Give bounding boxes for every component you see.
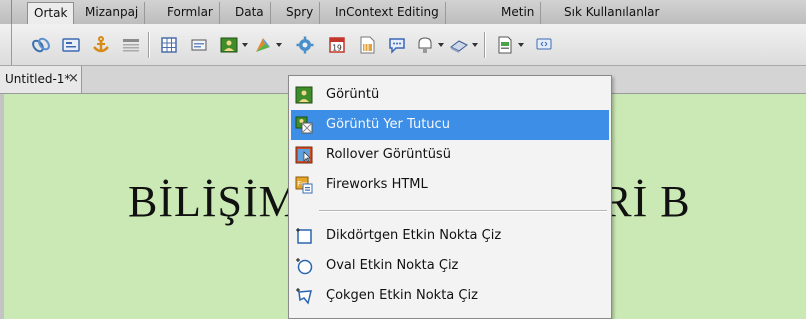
- templates-icon[interactable]: [494, 34, 516, 56]
- image-dropdown-menu: Görüntü Görüntü Yer Tutucu Rollover Görü…: [288, 75, 612, 319]
- menu-item-label: Rollover Görüntüsü: [326, 147, 451, 162]
- menu-item-label: Görüntü Yer Tutucu: [326, 117, 450, 132]
- heading-text-left: BİLİŞİM: [128, 177, 299, 226]
- chevron-down-icon[interactable]: [275, 40, 283, 50]
- menu-item-label: Çokgen Etkin Nokta Çiz: [326, 288, 478, 303]
- menu-item-label: Dikdörtgen Etkin Nokta Çiz: [326, 228, 502, 243]
- tag-chooser-icon[interactable]: [534, 34, 556, 56]
- script-icon[interactable]: [448, 34, 470, 56]
- server-side-include-icon[interactable]: [356, 34, 378, 56]
- panel-edge: [11, 0, 12, 24]
- document-tab[interactable]: Untitled-1* ×: [0, 66, 82, 93]
- svg-text:19: 19: [332, 44, 342, 53]
- menu-separator: [319, 210, 607, 211]
- menu-item-rollover-goruntusu[interactable]: Rollover Görüntüsü: [291, 140, 609, 170]
- insert-div-icon[interactable]: [188, 34, 210, 56]
- media-icon[interactable]: [252, 34, 274, 56]
- insert-panel-tab-bar: Ortak Mizanpaj Formlar Data Spry InConte…: [0, 0, 806, 25]
- email-link-icon[interactable]: [60, 34, 82, 56]
- panel-edge: [11, 24, 12, 65]
- close-icon[interactable]: ×: [68, 71, 79, 86]
- tab-sik-kullanilanlar[interactable]: Sık Kullanılanlar: [558, 2, 665, 24]
- chevron-down-icon[interactable]: [517, 40, 525, 50]
- chevron-down-icon[interactable]: [241, 40, 249, 50]
- tab-data[interactable]: Data: [229, 2, 271, 24]
- toolbar-separator: [484, 32, 485, 58]
- fireworks-html-icon: Fw: [295, 176, 313, 194]
- menu-item-fireworks-html[interactable]: Fw Fireworks HTML: [291, 170, 609, 200]
- oval-hotspot-icon: [296, 258, 313, 275]
- toolbar-separator: [148, 32, 149, 58]
- menu-item-label: Fireworks HTML: [326, 177, 428, 192]
- chevron-down-icon[interactable]: [437, 40, 445, 50]
- document-tab-label: Untitled-1*: [5, 72, 71, 86]
- tab-ortak[interactable]: Ortak: [27, 2, 75, 25]
- menu-item-goruntu[interactable]: Görüntü: [291, 80, 609, 110]
- insert-toolbar: 19: [0, 24, 806, 66]
- polygon-hotspot-icon: [296, 288, 312, 305]
- menu-item-label: Görüntü: [326, 87, 380, 102]
- tab-spry[interactable]: Spry: [280, 2, 321, 24]
- chevron-down-icon[interactable]: [471, 40, 479, 50]
- menu-item-oval-etkin-nokta[interactable]: Oval Etkin Nokta Çiz: [291, 251, 609, 281]
- tab-formlar[interactable]: Formlar: [161, 2, 220, 24]
- tab-metin[interactable]: Metin: [495, 2, 542, 24]
- tab-incontext-editing[interactable]: InContext Editing: [329, 2, 446, 24]
- table-icon[interactable]: [158, 34, 180, 56]
- date-icon[interactable]: 19: [326, 34, 348, 56]
- named-anchor-icon[interactable]: [90, 34, 112, 56]
- head-icon[interactable]: [414, 34, 436, 56]
- rectangle-hotspot-icon: [296, 228, 312, 244]
- horizontal-rule-icon[interactable]: [120, 34, 142, 56]
- comment-icon[interactable]: [386, 34, 408, 56]
- menu-item-dikdortgen-etkin-nokta[interactable]: Dikdörtgen Etkin Nokta Çiz: [291, 221, 609, 251]
- hyperlink-icon[interactable]: [30, 34, 52, 56]
- tab-mizanpaj[interactable]: Mizanpaj: [79, 2, 146, 24]
- canvas-left-edge: [0, 94, 4, 319]
- image-icon[interactable]: [218, 34, 240, 56]
- widget-icon[interactable]: [294, 34, 316, 56]
- image-placeholder-icon: [295, 116, 313, 134]
- menu-item-label: Oval Etkin Nokta Çiz: [326, 258, 459, 273]
- rollover-image-icon: [295, 146, 313, 164]
- menu-item-cokgen-etkin-nokta[interactable]: Çokgen Etkin Nokta Çiz: [291, 281, 609, 311]
- menu-item-goruntu-yer-tutucu[interactable]: Görüntü Yer Tutucu: [291, 110, 609, 140]
- image-icon: [295, 86, 313, 104]
